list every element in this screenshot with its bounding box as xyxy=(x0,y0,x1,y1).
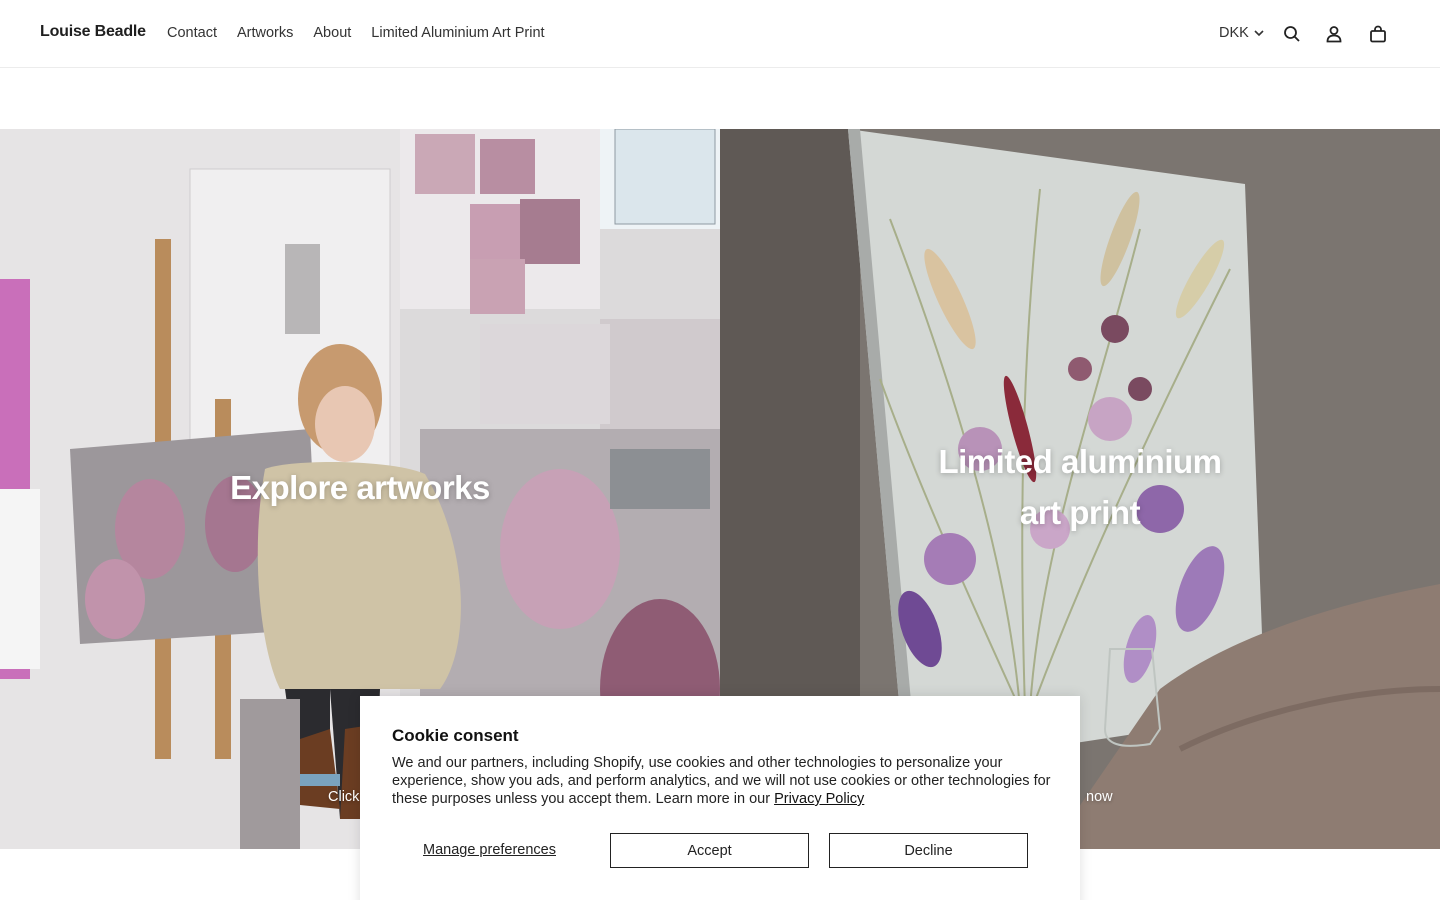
main-nav: Contact Artworks About Limited Aluminium… xyxy=(167,25,545,41)
cart-button[interactable] xyxy=(1366,22,1390,46)
hero-right-title: Limited aluminium art print xyxy=(938,443,1222,531)
nav-contact[interactable]: Contact xyxy=(167,25,217,41)
nav-about[interactable]: About xyxy=(313,25,351,41)
account-icon xyxy=(1326,26,1342,43)
hero-left-sub: Click xyxy=(328,789,360,805)
hero-left-title: Explore artworks xyxy=(230,469,490,506)
currency-selector[interactable]: DKK xyxy=(1219,25,1265,41)
currency-label: DKK xyxy=(1219,25,1249,41)
brand-logo[interactable]: Louise Beadle xyxy=(40,23,146,41)
cookie-text: We and our partners, including Shopify, … xyxy=(392,754,1052,808)
nav-artworks[interactable]: Artworks xyxy=(237,25,293,41)
accept-button[interactable]: Accept xyxy=(610,833,809,868)
account-button[interactable] xyxy=(1322,22,1346,46)
hero-right-sub: now xyxy=(1086,789,1113,805)
chevron-down-icon xyxy=(1254,30,1264,37)
cookie-consent-dialog: Cookie consent We and our partners, incl… xyxy=(360,696,1080,900)
decline-button[interactable]: Decline xyxy=(829,833,1028,868)
manage-preferences-link[interactable]: Manage preferences xyxy=(423,842,556,858)
search-icon xyxy=(1284,26,1300,42)
cookie-title: Cookie consent xyxy=(392,726,519,745)
site-header: Louise Beadle Contact Artworks About Lim… xyxy=(0,0,1440,68)
nav-limited-print[interactable]: Limited Aluminium Art Print xyxy=(371,25,544,41)
privacy-policy-link[interactable]: Privacy Policy xyxy=(774,791,864,807)
cookie-body: We and our partners, including Shopify, … xyxy=(392,755,1051,807)
search-button[interactable] xyxy=(1280,22,1304,46)
cart-icon xyxy=(1370,25,1386,43)
